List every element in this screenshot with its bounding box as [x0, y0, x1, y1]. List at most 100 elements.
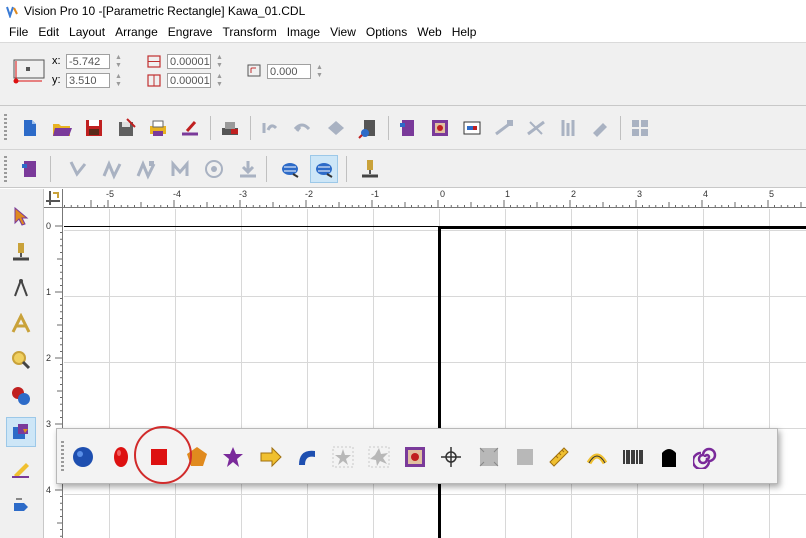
shape-square-icon[interactable] — [511, 442, 539, 472]
undo-icon[interactable] — [256, 114, 284, 142]
menu-arrange[interactable]: Arrange — [110, 22, 163, 42]
circle-icon[interactable] — [69, 442, 97, 472]
shapes-icon[interactable] — [6, 381, 36, 411]
job-setup-icon[interactable] — [16, 155, 44, 183]
window-title: Vision Pro 10 -[Parametric Rectangle] Ka… — [24, 4, 306, 18]
ellipse-icon[interactable] — [107, 442, 135, 472]
left-tool-palette — [0, 189, 44, 538]
node-icon[interactable] — [490, 114, 518, 142]
x-position-field[interactable] — [66, 54, 110, 69]
toolbar-grip[interactable] — [4, 114, 7, 142]
group-icon[interactable] — [626, 114, 654, 142]
ruler-label: 1 — [46, 287, 52, 297]
compass-icon[interactable] — [6, 273, 36, 303]
ruler-label: 0 — [440, 189, 446, 199]
canvas-page-top-border — [438, 226, 806, 229]
ruler-label: 0 — [46, 221, 52, 231]
crosshair-icon[interactable] — [437, 442, 465, 472]
ruler-corner[interactable] — [44, 189, 63, 208]
tombstone-icon[interactable] — [655, 442, 683, 472]
text-icon[interactable] — [458, 114, 486, 142]
redo-icon[interactable] — [288, 114, 316, 142]
arc-icon[interactable] — [293, 442, 321, 472]
barcode-icon[interactable] — [619, 442, 647, 472]
menu-edit[interactable]: Edit — [33, 22, 64, 42]
image-frame-icon[interactable] — [401, 442, 429, 472]
y-label: y: — [52, 74, 61, 86]
toolbar-grip-2[interactable] — [4, 156, 7, 182]
engrave-tool-icon[interactable] — [356, 155, 384, 183]
save-as-icon[interactable] — [112, 114, 140, 142]
path-edit-icon[interactable] — [98, 155, 126, 183]
parametric-icon[interactable] — [6, 417, 36, 447]
y-spinner[interactable]: ▲ ▼ — [114, 73, 123, 90]
corner-radius-spinner[interactable]: ▲ ▼ — [315, 64, 324, 81]
text-tool-icon[interactable] — [6, 309, 36, 339]
open-file-icon[interactable] — [48, 114, 76, 142]
flyout-grip[interactable] — [61, 441, 64, 473]
ruler-label: -3 — [239, 189, 248, 199]
menu-image[interactable]: Image — [282, 22, 325, 42]
menu-file[interactable]: File — [4, 22, 33, 42]
engrave-icon[interactable] — [176, 114, 204, 142]
star-outline-icon[interactable] — [329, 442, 357, 472]
weld-icon[interactable] — [554, 114, 582, 142]
menu-engrave[interactable]: Engrave — [163, 22, 218, 42]
menu-layout[interactable]: Layout — [64, 22, 110, 42]
zoom-tool-icon[interactable] — [6, 345, 36, 375]
layer-up-icon[interactable] — [310, 155, 338, 183]
ruler-label: -1 — [371, 189, 380, 199]
target-icon[interactable] — [200, 155, 228, 183]
path-split-icon[interactable] — [166, 155, 194, 183]
highlight-circle — [134, 426, 192, 484]
pencil-icon[interactable] — [6, 453, 36, 483]
drop-icon[interactable] — [6, 489, 36, 519]
path-join-icon[interactable] — [132, 155, 160, 183]
height-spinner[interactable]: ▲ ▼ — [215, 73, 224, 90]
secondary-toolbar — [0, 150, 806, 188]
fill-icon[interactable] — [586, 114, 614, 142]
menu-web[interactable]: Web — [412, 22, 446, 42]
ruler-label: -4 — [173, 189, 182, 199]
ruler-icon[interactable] — [545, 442, 573, 472]
new-file-icon[interactable] — [16, 114, 44, 142]
zoom-icon[interactable] — [322, 114, 350, 142]
print-icon[interactable] — [144, 114, 172, 142]
spiral-icon[interactable] — [691, 442, 719, 472]
save-icon[interactable] — [80, 114, 108, 142]
starburst-icon[interactable] — [365, 442, 393, 472]
arch-text-icon[interactable] — [583, 442, 611, 472]
width-spinner[interactable]: ▲ ▼ — [215, 54, 224, 71]
title-bar: Vision Pro 10 -[Parametric Rectangle] Ka… — [0, 0, 806, 22]
node-edit-icon[interactable] — [522, 114, 550, 142]
image-icon[interactable] — [426, 114, 454, 142]
height-field[interactable] — [167, 73, 211, 88]
design-canvas[interactable] — [64, 209, 806, 538]
job-icon[interactable] — [394, 114, 422, 142]
stamp-icon[interactable] — [216, 114, 244, 142]
download-icon[interactable] — [234, 155, 262, 183]
canvas-page-left-border — [438, 226, 441, 538]
ruler-label: 3 — [637, 189, 643, 199]
ruler-label: 4 — [46, 485, 52, 495]
machine-icon[interactable] — [354, 114, 382, 142]
path-icon[interactable] — [64, 155, 92, 183]
canvas-top-edge — [64, 226, 438, 227]
menu-help[interactable]: Help — [447, 22, 482, 42]
x-spinner[interactable]: ▲ ▼ — [114, 54, 123, 71]
y-position-field[interactable] — [66, 73, 110, 88]
property-bar: x: ▲▼ y: ▲▼ ▲▼ ▲▼ ▲▼ — [0, 42, 806, 106]
width-field[interactable] — [167, 54, 211, 69]
pointer-icon[interactable] — [6, 201, 36, 231]
menu-options[interactable]: Options — [361, 22, 412, 42]
shape-frame-icon[interactable] — [475, 442, 503, 472]
star-icon[interactable] — [219, 442, 247, 472]
arrow-icon[interactable] — [257, 442, 285, 472]
engrave-tool-icon[interactable] — [6, 237, 36, 267]
rectangle-position-icon — [12, 57, 48, 90]
menu-transform[interactable]: Transform — [217, 22, 281, 42]
corner-radius-field[interactable] — [267, 64, 311, 79]
corner-radius-icon — [247, 64, 261, 80]
layer-down-icon[interactable] — [276, 155, 304, 183]
menu-view[interactable]: View — [325, 22, 361, 42]
